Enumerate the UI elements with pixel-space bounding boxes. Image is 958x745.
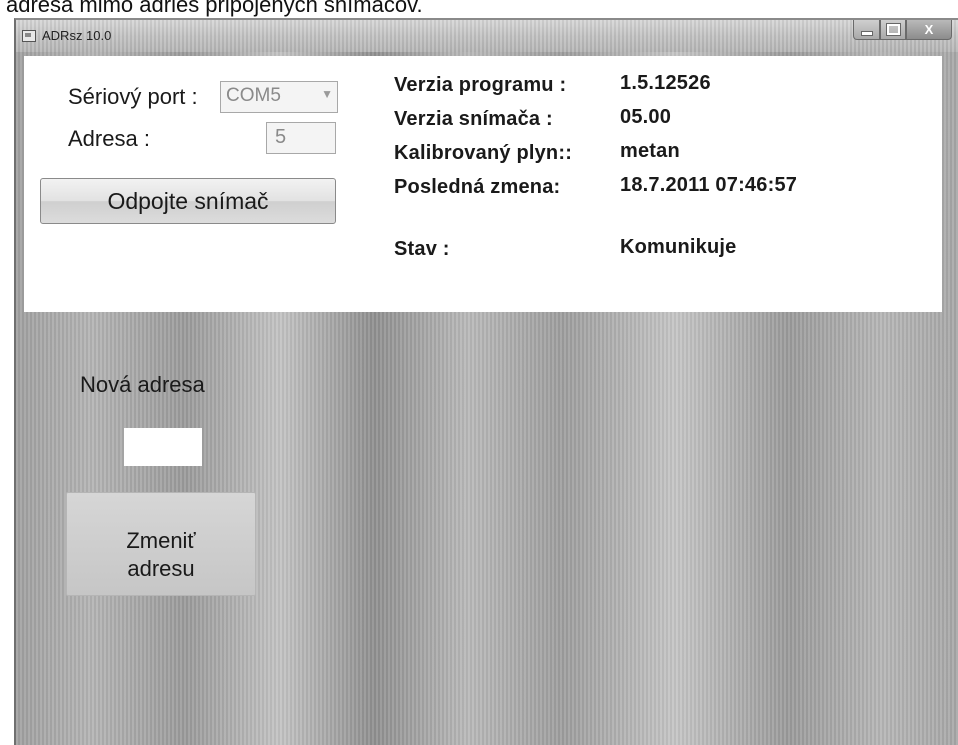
last-change-value: 18.7.2011 07:46:57 [620,174,798,196]
window-title: ADRsz 10.0 [42,28,112,43]
address-field[interactable]: 5 [266,122,336,154]
serial-port-value: COM5 [226,85,281,106]
address-label: Adresa : [68,126,150,151]
last-change-label: Posledná zmena: [394,176,561,198]
chevron-down-icon: ▼ [321,87,333,101]
calibrated-gas-label: Kalibrovaný plyn:: [394,142,573,164]
sensor-version-label: Verzia snímača : [394,108,553,130]
window-controls: X [853,20,952,40]
program-version-label: Verzia programu : [394,74,567,96]
disconnect-sensor-button[interactable]: Odpojte snímač [40,178,336,224]
document-caption: adresa mimo adries pripojených snímačov. [6,0,423,17]
close-button[interactable]: X [906,20,952,40]
minimize-icon [860,31,873,36]
new-address-label: Nová adresa [80,372,205,397]
status-value: Komunikuje [620,236,737,258]
status-label: Stav : [394,238,450,260]
sensor-version-value: 05.00 [620,106,672,128]
title-bar[interactable]: ADRsz 10.0 X [16,20,958,52]
maximize-button[interactable] [880,20,906,40]
app-icon [22,30,36,42]
calibrated-gas-value: metan [620,140,680,162]
address-value: 5 [275,126,287,148]
change-address-button[interactable]: Zmeniť adresu [66,492,256,596]
new-address-input[interactable] [124,428,202,466]
close-icon: X [924,22,934,37]
serial-port-label: Sériový port : [68,84,198,109]
serial-port-select[interactable]: COM5 ▼ [220,81,338,113]
screenshot-page: adresa mimo adries pripojených snímačov.… [0,0,958,745]
maximize-icon [885,23,901,36]
program-version-value: 1.5.12526 [620,72,711,94]
minimize-button[interactable] [853,20,880,40]
